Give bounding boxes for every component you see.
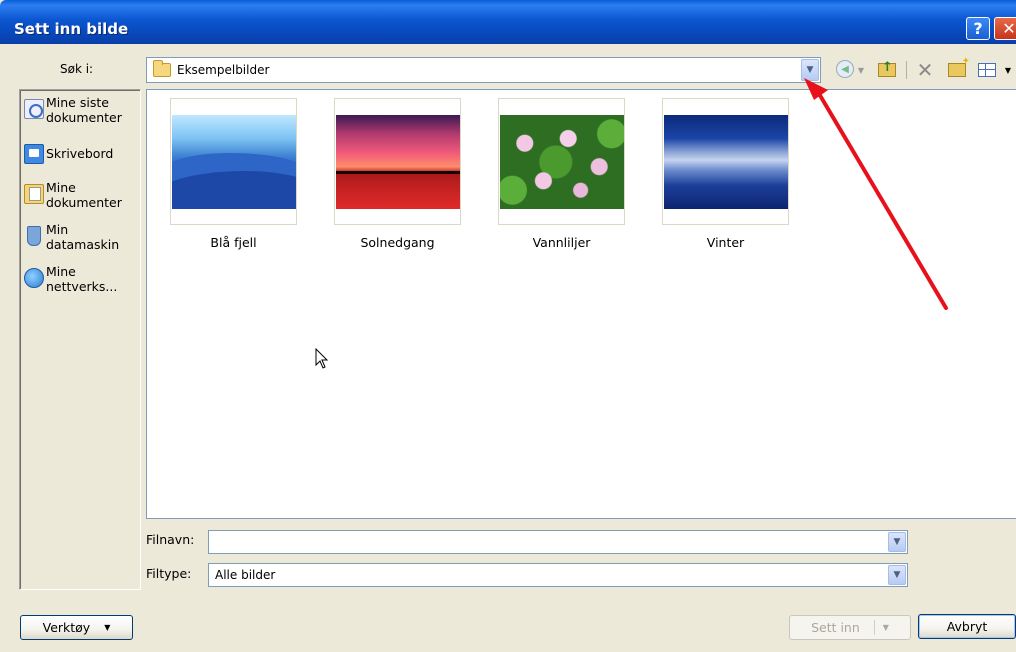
thumbnail-image [335,114,460,209]
filetype-label: Filtype: [146,566,192,581]
back-button[interactable]: ◀ [836,60,854,78]
desktop-icon [24,144,44,164]
back-icon: ◀ [841,63,849,75]
place-my-documents[interactable]: Mine dokumenter [24,180,126,210]
filetype-select[interactable]: Alle bilder ▼ [208,563,908,587]
look-in-value: Eksempelbilder [177,63,270,77]
views-button[interactable] [976,60,998,80]
help-button[interactable]: ? [966,17,990,40]
look-in-label: Søk i: [60,62,94,76]
up-one-level-button[interactable] [876,60,898,80]
help-icon: ? [973,19,983,38]
place-label: Skrivebord [46,146,114,161]
filename-field[interactable]: ▼ [208,530,908,554]
look-in-combobox[interactable]: Eksempelbilder ▼ [146,57,821,83]
file-name: Vinter [706,235,745,250]
chevron-down-icon: ▼ [104,623,111,632]
back-dropdown-button[interactable]: ▼ [856,60,866,80]
filename-dropdown-button[interactable]: ▼ [888,532,906,552]
insert-button[interactable]: Sett inn ▼ [789,615,911,640]
file-item[interactable]: Vannliljer [498,98,625,250]
file-item[interactable]: Solnedgang [334,98,461,250]
place-my-computer[interactable]: Min datamaskin [24,222,126,252]
chevron-down-icon: ▼ [893,537,901,547]
new-folder-button[interactable] [946,56,970,80]
tools-label: Verktøy [42,620,91,635]
chevron-down-icon: ▼ [806,65,814,75]
place-label: Mine dokumenter [46,180,122,210]
look-in-dropdown-button[interactable]: ▼ [801,59,819,81]
file-item[interactable]: Blå fjell [170,98,297,250]
chevron-down-icon: ▼ [893,570,901,580]
mouse-cursor-icon [315,348,329,369]
filename-label: Filnavn: [146,532,195,547]
cancel-button[interactable]: Avbryt [918,614,1016,639]
thumbnail-frame [662,98,789,225]
thumbnail-image [663,114,788,209]
tools-button[interactable]: Verktøy ▼ [20,615,133,640]
place-label: Mine nettverks... [46,264,118,294]
delete-button[interactable]: ✕ [914,58,936,82]
close-icon: ✕ [1002,19,1016,38]
thumbnail-frame [170,98,297,225]
place-recent-documents[interactable]: Mine siste dokumenter [24,95,136,125]
thumbnail-image [171,114,296,209]
cancel-label: Avbryt [946,619,988,634]
file-item[interactable]: Vinter [662,98,789,250]
views-icon [978,63,996,77]
folder-icon [153,60,171,77]
place-label: Min datamaskin [46,222,120,252]
file-name: Solnedgang [360,235,435,250]
title-bar: Sett inn bilde ? ✕ [0,0,1016,44]
thumbnail-image [499,114,624,209]
views-dropdown-button[interactable]: ▼ [1003,60,1013,80]
toolbar-separator [906,61,907,79]
place-desktop[interactable]: Skrivebord [24,142,113,164]
places-bar: Mine siste dokumenter Skrivebord Mine do… [19,89,141,590]
delete-icon: ✕ [916,58,934,82]
file-name: Vannliljer [532,235,591,250]
my-computer-icon [27,226,41,246]
insert-label: Sett inn [811,620,860,635]
split-separator [873,620,875,635]
filetype-dropdown-button[interactable]: ▼ [888,565,906,585]
window-title: Sett inn bilde [14,20,129,38]
place-network[interactable]: Mine nettverks... [24,264,136,294]
chevron-down-icon: ▼ [1004,65,1012,75]
new-folder-icon [948,56,970,77]
file-list[interactable]: Blå fjell Solnedgang Vannliljer Vinter [146,89,1016,519]
network-places-icon [24,268,44,288]
file-name: Blå fjell [210,235,257,250]
up-one-level-icon [878,60,896,77]
thumbnail-frame [334,98,461,225]
thumbnail-frame [498,98,625,225]
filetype-value: Alle bilder [215,568,276,582]
place-label: Mine siste dokumenter [46,95,122,125]
recent-documents-icon [24,99,44,119]
close-button[interactable]: ✕ [994,17,1016,40]
my-documents-icon [24,184,44,204]
chevron-down-icon: ▼ [882,623,889,632]
chevron-down-icon: ▼ [857,65,865,75]
